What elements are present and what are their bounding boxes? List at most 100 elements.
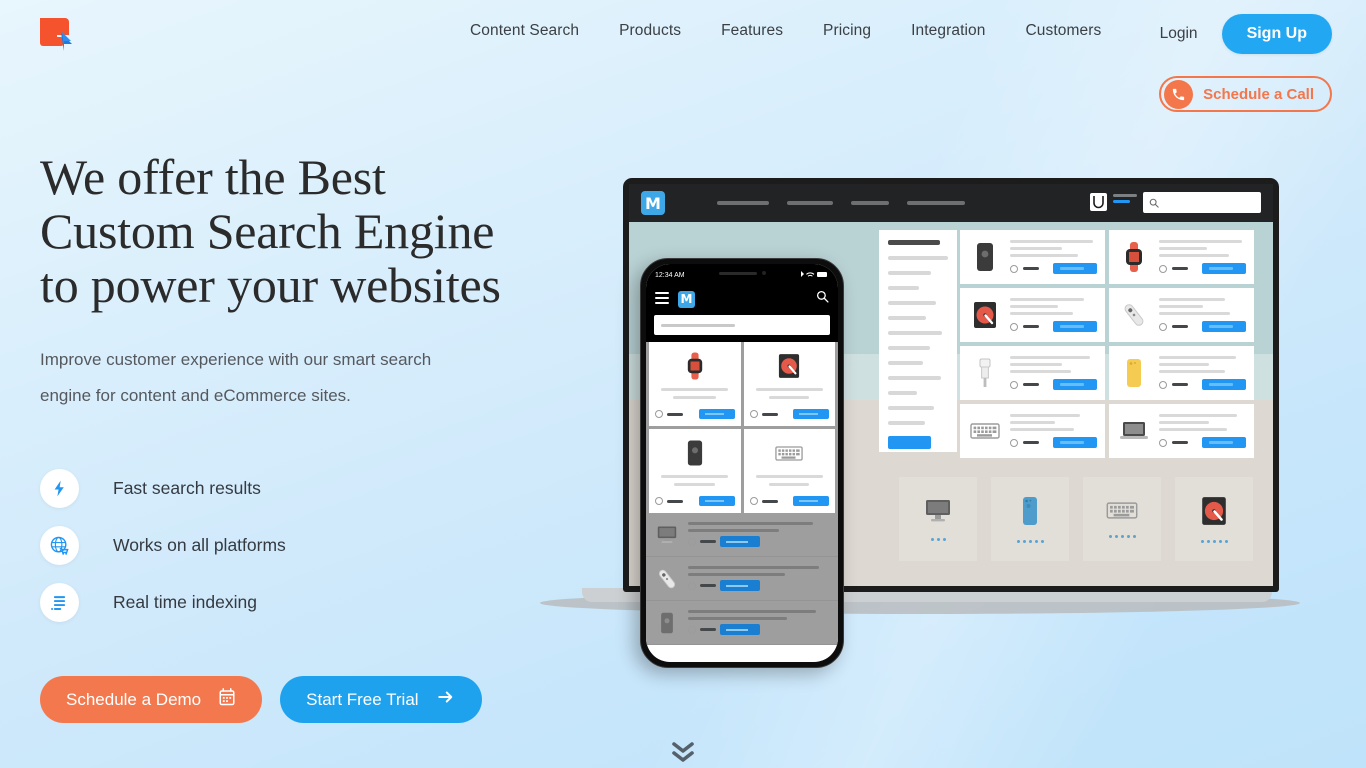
phone-dark-icon	[654, 612, 680, 634]
shelf-tile[interactable]	[1083, 477, 1161, 561]
phone-icon	[1164, 79, 1194, 109]
double-chevron-down-icon	[672, 742, 694, 762]
expertrec-logo-icon	[40, 18, 72, 51]
product-card[interactable]	[960, 230, 1105, 284]
nav-link-content-search[interactable]: Content Search	[450, 22, 599, 40]
store-header: M	[629, 184, 1273, 222]
list-item[interactable]	[646, 601, 838, 645]
shelf-tile[interactable]	[991, 477, 1069, 561]
page-title: We offer the Best Custom Search Engine t…	[40, 150, 600, 312]
nav-link-pricing[interactable]: Pricing	[803, 22, 891, 40]
product-card[interactable]	[1109, 346, 1254, 400]
subtitle-line-1: Improve customer experience with our sma…	[40, 350, 432, 369]
start-free-trial-button[interactable]: Start Free Trial	[280, 676, 482, 723]
harddrive-icon	[1201, 496, 1227, 531]
phone-frame: 12:34 AM M	[640, 258, 844, 668]
status-time: 12:34 AM	[655, 271, 685, 279]
remote-icon	[1117, 296, 1151, 334]
store-logo: M	[641, 191, 665, 215]
headline-line-3: to power your websites	[40, 257, 501, 313]
phone-blue-icon	[1021, 496, 1039, 531]
hero-content: We offer the Best Custom Search Engine t…	[40, 150, 600, 723]
start-free-trial-label: Start Free Trial	[306, 689, 419, 709]
product-card[interactable]	[1109, 404, 1254, 458]
usb-cable-icon	[968, 354, 1002, 392]
login-link[interactable]: Login	[1160, 25, 1222, 43]
search-icon[interactable]	[816, 290, 829, 308]
brand-logo[interactable]	[34, 13, 78, 55]
schedule-a-demo-button[interactable]: Schedule a Demo	[40, 676, 263, 723]
laptop-icon	[1117, 412, 1151, 450]
feature-item-platforms: Works on all platforms	[40, 517, 600, 574]
feature-list: Fast search results Works on all platfor…	[40, 460, 600, 631]
product-card[interactable]	[743, 429, 835, 513]
schedule-a-demo-label: Schedule a Demo	[66, 689, 202, 709]
product-card[interactable]	[960, 404, 1105, 458]
nav-link-customers[interactable]: Customers	[1005, 22, 1121, 40]
store-nav-item[interactable]	[717, 201, 769, 205]
facet-sidebar	[879, 230, 957, 452]
subtitle-line-2: engine for content and eCommerce sites.	[40, 386, 351, 405]
monitor-icon	[923, 498, 953, 529]
list-item[interactable]	[646, 513, 838, 557]
phone-product-list	[646, 513, 838, 645]
smartwatch-red-icon	[1117, 238, 1151, 276]
remote-icon	[654, 568, 680, 590]
top-navigation: Content Search Products Features Pricing…	[0, 0, 1366, 68]
facet-apply-button[interactable]	[888, 436, 932, 449]
phone-yellow-icon	[1117, 354, 1151, 392]
store-logo: M	[678, 290, 695, 308]
feature-item-fast-search: Fast search results	[40, 460, 600, 517]
signup-button[interactable]: Sign Up	[1221, 14, 1332, 54]
product-card[interactable]	[649, 342, 741, 426]
nav-links: Content Search Products Features Pricing…	[450, 22, 1121, 40]
device-mockup: M 12:34 AM M	[520, 170, 1320, 668]
keyboard-icon	[1106, 500, 1138, 526]
schedule-a-call-button[interactable]: Schedule a Call	[1159, 76, 1332, 112]
lightning-bolt-icon	[40, 469, 79, 508]
rating-dots	[1108, 535, 1136, 538]
harddrive-icon	[778, 349, 800, 383]
cart-icon[interactable]	[1090, 193, 1107, 211]
phone-notch	[703, 266, 781, 280]
product-card[interactable]	[1109, 288, 1254, 342]
store-nav-item[interactable]	[787, 201, 833, 205]
nav-link-products[interactable]: Products	[599, 22, 701, 40]
store-nav-item[interactable]	[907, 201, 965, 205]
calendar-icon	[218, 688, 236, 711]
product-card[interactable]	[649, 429, 741, 513]
keyboard-icon	[775, 436, 803, 470]
phone-product-grid	[646, 342, 838, 513]
phone-store-header: M	[646, 286, 838, 312]
store-menu-lines[interactable]	[1113, 194, 1137, 203]
nav-link-integration[interactable]: Integration	[891, 22, 1005, 40]
nav-link-features[interactable]: Features	[701, 22, 803, 40]
product-grid	[960, 230, 1254, 458]
store-nav-item[interactable]	[851, 201, 889, 205]
store-search-input[interactable]	[1143, 192, 1261, 213]
feature-label: Works on all platforms	[113, 535, 286, 555]
phone-search-field[interactable]	[646, 312, 838, 342]
scroll-down-indicator[interactable]	[668, 738, 698, 768]
headline-line-1: We offer the Best	[40, 149, 386, 205]
rating-dots	[930, 537, 946, 541]
keyboard-icon	[968, 412, 1002, 450]
schedule-a-call-label: Schedule a Call	[1203, 85, 1314, 103]
product-card[interactable]	[960, 346, 1105, 400]
list-item[interactable]	[646, 557, 838, 601]
harddrive-icon	[968, 296, 1002, 334]
feature-label: Real time indexing	[113, 592, 257, 612]
globe-cart-icon	[40, 526, 79, 565]
phone-dark-icon	[687, 436, 703, 470]
hamburger-menu-icon[interactable]	[655, 291, 669, 307]
hero-subtitle: Improve customer experience with our sma…	[40, 342, 510, 414]
nav-actions: Login Sign Up	[1160, 14, 1332, 54]
product-card[interactable]	[960, 288, 1105, 342]
search-icon	[1149, 198, 1159, 208]
feature-item-realtime-indexing: Real time indexing	[40, 574, 600, 631]
product-card[interactable]	[1109, 230, 1254, 284]
product-card[interactable]	[743, 342, 835, 426]
shelf-tile[interactable]	[1175, 477, 1253, 561]
phone-screen: 12:34 AM M	[646, 264, 838, 662]
shelf-tile[interactable]	[899, 477, 977, 561]
